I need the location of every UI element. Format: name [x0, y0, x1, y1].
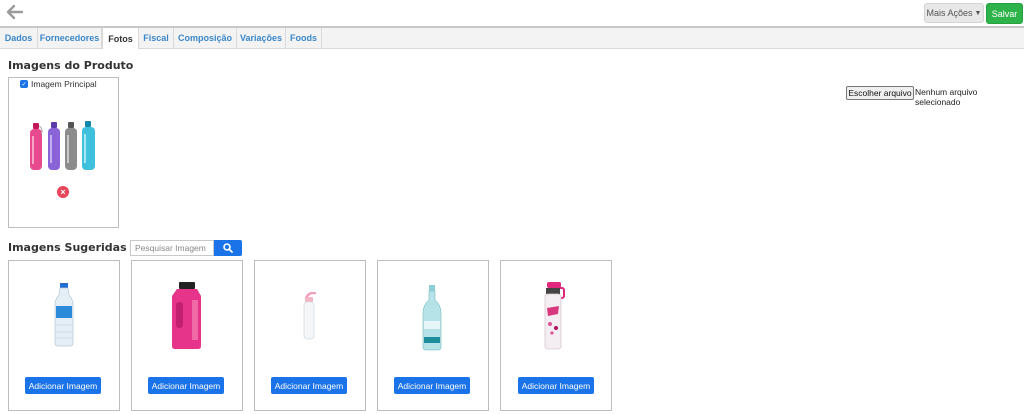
- suggested-image: [300, 292, 318, 340]
- more-actions-label: Mais Ações: [926, 8, 973, 18]
- search-image-input[interactable]: Pesquisar Imagem: [130, 240, 214, 256]
- add-image-button[interactable]: Adicionar Imagem: [148, 377, 224, 394]
- tab-bar: Dados Fornecedores Fotos Fiscal Composiç…: [0, 28, 1024, 49]
- main-image-checkbox-row[interactable]: ✓ Imagem Principal: [20, 79, 97, 89]
- checkbox-checked-icon[interactable]: ✓: [20, 80, 28, 88]
- suggested-image: [422, 285, 442, 351]
- caret-down-icon: ▼: [974, 9, 982, 17]
- tab-dados[interactable]: Dados: [0, 28, 38, 48]
- more-actions-button[interactable]: Mais Ações ▼: [924, 3, 984, 23]
- product-image: [27, 120, 99, 172]
- remove-image-icon[interactable]: ×: [57, 186, 69, 198]
- tab-composicao[interactable]: Composição: [174, 28, 237, 48]
- add-image-button[interactable]: Adicionar Imagem: [271, 377, 347, 394]
- tab-variacoes[interactable]: Variações: [237, 28, 286, 48]
- add-image-button[interactable]: Adicionar Imagem: [25, 377, 101, 394]
- product-images-title: Imagens do Produto: [8, 59, 134, 72]
- suggested-image: [541, 282, 567, 350]
- top-toolbar: Mais Ações ▼ Salvar: [0, 0, 1024, 28]
- main-image-checkbox-label: Imagem Principal: [31, 79, 97, 89]
- tab-fornecedores[interactable]: Fornecedores: [38, 28, 102, 48]
- tab-foods[interactable]: Foods: [286, 28, 322, 48]
- suggested-images-title: Imagens Sugeridas: [8, 241, 127, 254]
- file-status-text: Nenhum arquivo selecionado: [915, 87, 978, 107]
- suggested-image: [170, 282, 204, 350]
- choose-file-button[interactable]: Escolher arquivo: [846, 86, 914, 100]
- save-button[interactable]: Salvar: [986, 3, 1023, 24]
- tab-fotos[interactable]: Fotos: [102, 28, 139, 49]
- search-button[interactable]: [214, 240, 242, 256]
- suggested-image: [54, 283, 74, 347]
- back-arrow-icon[interactable]: [6, 4, 24, 20]
- search-icon: [223, 243, 233, 253]
- add-image-button[interactable]: Adicionar Imagem: [518, 377, 594, 394]
- add-image-button[interactable]: Adicionar Imagem: [394, 377, 470, 394]
- tab-fiscal[interactable]: Fiscal: [139, 28, 174, 48]
